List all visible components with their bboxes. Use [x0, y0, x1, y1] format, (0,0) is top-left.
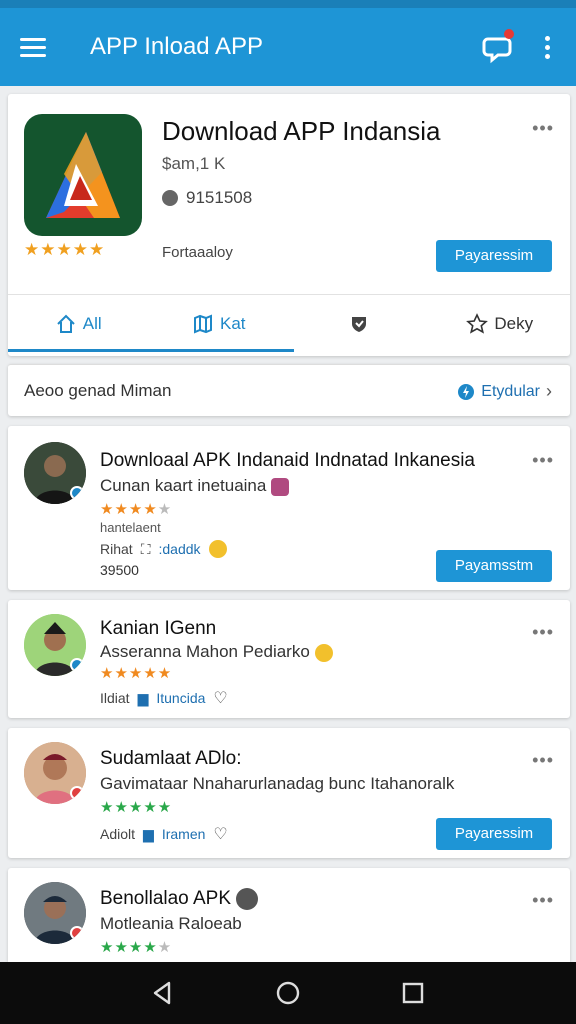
person-emoji-icon [236, 888, 259, 910]
item-subtitle-text: Cunan kaart inetuaina [100, 476, 267, 495]
item-meta-link[interactable]: :daddk [159, 541, 201, 557]
item-meta-left: Rihat [100, 541, 133, 557]
avatar [24, 742, 86, 804]
active-tab-indicator [8, 349, 294, 352]
item-meta: Adiolt ▆ Iramen ♡ [100, 824, 228, 844]
list-item[interactable]: Kanian IGenn ••• Asseranna Mahon Pediark… [8, 600, 570, 718]
menu-icon[interactable] [20, 27, 60, 67]
item-count: 39500 [100, 562, 139, 578]
item-rating-stars: ★★★★★ [100, 665, 173, 682]
list-item[interactable]: Benollalao APK ••• Motleania Raloeab ★★★… [8, 868, 570, 962]
more-options-icon[interactable]: ••• [532, 750, 554, 771]
tab-deky[interactable]: Deky [430, 295, 571, 352]
star-outline-icon [466, 312, 489, 334]
item-meta-left: Ildiat [100, 690, 130, 706]
download-count: 9151508 [162, 188, 252, 208]
item-meta: Ildiat ▆ Ituncida ♡ [100, 688, 228, 708]
more-options-icon[interactable]: ••• [532, 118, 554, 139]
filter-link-label: Etydular [481, 382, 540, 400]
install-button[interactable]: Payamsstm [436, 550, 552, 582]
item-meta-link[interactable]: Iramen [162, 826, 206, 842]
avatar [24, 882, 86, 944]
item-subtitle-text: Asseranna Mahon Pediarko [100, 642, 310, 661]
smile-emoji-icon [314, 643, 333, 662]
heart-icon[interactable]: ♡ [213, 824, 227, 844]
item-title: Sudamlaat ADlo: [100, 748, 242, 769]
status-badge-icon [70, 786, 84, 800]
tab-all[interactable]: All [8, 295, 149, 352]
tab-all-label: All [82, 313, 102, 333]
install-button[interactable]: Payaressim [436, 818, 552, 850]
item-meta-left: Adiolt [100, 826, 136, 842]
more-options-icon[interactable]: ••• [532, 450, 554, 471]
app-price: $am,1 K [162, 154, 226, 173]
item-subtitle: Gavimataar Nnaharurlanadag bunc Itahanor… [100, 774, 455, 793]
smile-emoji-icon [208, 540, 227, 558]
avatar [24, 442, 86, 504]
list-item[interactable]: Sudamlaat ADlo: ••• Gavimataar Nnaharurl… [8, 728, 570, 858]
item-caption: hantelaent [100, 520, 161, 535]
chat-bubble-icon[interactable] [478, 27, 518, 67]
app-bar: APP Inload APP [0, 8, 576, 86]
item-rating-stars: ★★★★ [100, 501, 158, 518]
item-subtitle: Cunan kaart inetuaina [100, 476, 290, 496]
item-title: Benollalao APK [100, 888, 259, 910]
list-item[interactable]: Downloaal APK Indanaid Indnatad Inkanesi… [8, 426, 570, 590]
system-nav-bar [0, 962, 576, 1024]
item-meta: Rihat ⛶ :daddk [100, 540, 227, 558]
home-icon [57, 314, 75, 333]
store-icon: ▆ [137, 689, 149, 706]
avatar [24, 614, 86, 676]
featured-app-card: Download APP Indansia ••• $am,1 K 915150… [8, 94, 570, 356]
install-button[interactable]: Payaressim [436, 240, 552, 272]
filter-label: Aeoo genad Miman [24, 381, 172, 400]
verified-badge-icon [70, 658, 84, 672]
status-bar [0, 0, 576, 8]
filter-link[interactable]: Etydular › [457, 381, 552, 402]
home-circle-icon[interactable] [274, 979, 302, 1007]
tab-deky-label: Deky [494, 313, 534, 333]
notification-dot [504, 29, 514, 39]
verified-badge-icon [70, 486, 84, 500]
item-title: Kanian IGenn [100, 618, 217, 639]
rating-stars: ★★★★★ [24, 240, 106, 259]
item-subtitle: Asseranna Mahon Pediarko [100, 642, 333, 662]
item-rating-stars: ★★★★★ [100, 799, 173, 816]
item-meta-link[interactable]: Ituncida [156, 690, 205, 706]
filter-bar: Aeoo genad Miman Etydular › [8, 364, 570, 416]
map-icon [193, 314, 212, 333]
store-icon: ▆ [143, 825, 154, 842]
location-pin-icon [162, 190, 178, 206]
item-rating-empty-star: ★ [157, 501, 173, 518]
more-options-icon[interactable]: ••• [532, 622, 554, 643]
item-title: Downloaal APK Indanaid Indnatad Inkanesi… [100, 450, 475, 471]
item-rating: ★★★★★ [100, 500, 172, 518]
item-title-text: Benollalao APK [100, 888, 231, 910]
shield-icon [352, 316, 367, 332]
status-badge-icon [70, 926, 84, 940]
app-logo-icon [24, 114, 142, 236]
item-rating-empty-star: ★ [157, 939, 173, 956]
chevron-right-icon: › [546, 381, 552, 401]
item-subtitle: Motleania Raloeab [100, 914, 242, 933]
download-count-value: 9151508 [186, 188, 253, 207]
app-category: Fortaaaloy [162, 244, 233, 261]
tab-shield[interactable] [289, 295, 430, 352]
app-title-heading: Download APP Indansia [162, 116, 441, 146]
lightning-icon [458, 383, 475, 400]
image-icon: ⛶ [140, 540, 151, 557]
bag-emoji-icon [271, 477, 290, 496]
more-vertical-icon[interactable] [532, 27, 562, 67]
item-rating: ★★★★★ [100, 938, 172, 956]
tab-kat-label: Kat [219, 313, 246, 333]
tab-kat[interactable]: Kat [149, 295, 290, 352]
recents-square-icon[interactable] [399, 979, 427, 1007]
tab-bar: All Kat Deky [8, 294, 570, 352]
more-options-icon[interactable]: ••• [532, 890, 554, 911]
back-triangle-icon[interactable] [149, 979, 177, 1007]
app-title: APP Inload APP [90, 33, 264, 60]
item-rating-stars: ★★★★ [100, 939, 158, 956]
heart-icon[interactable]: ♡ [213, 688, 227, 708]
